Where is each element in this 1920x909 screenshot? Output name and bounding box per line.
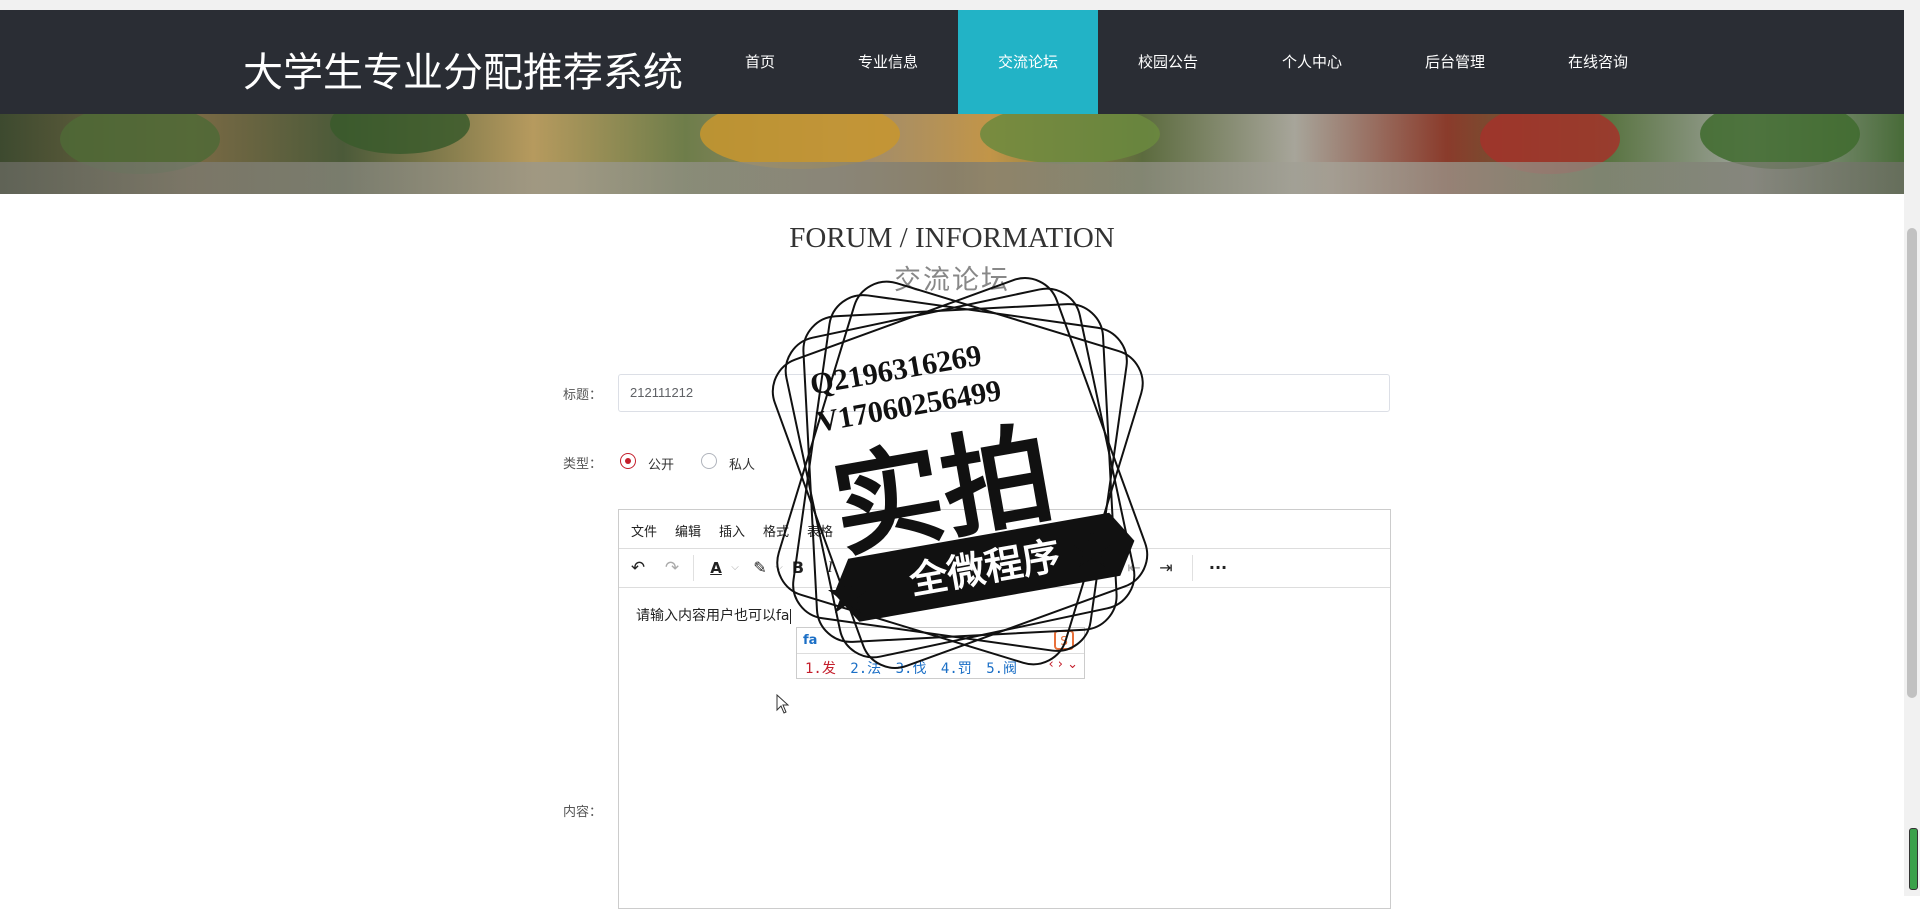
nav-item-online-consult[interactable]: 在线咨询 <box>1548 10 1648 114</box>
menu-file[interactable]: 文件 <box>631 521 657 540</box>
site-title: 大学生专业分配推荐系统 <box>243 50 683 96</box>
toolbar-separator <box>1192 555 1193 581</box>
title-label: 标题： <box>563 388 603 403</box>
radio-public-label[interactable]: 公开 <box>648 454 674 473</box>
nav-item-forum[interactable]: 交流论坛 <box>958 10 1098 114</box>
top-strip <box>0 0 1904 10</box>
nav-item-admin[interactable]: 后台管理 <box>1405 10 1505 114</box>
undo-icon[interactable]: ↶ <box>627 557 649 579</box>
redo-icon[interactable]: ↷ <box>661 557 683 579</box>
radio-public[interactable] <box>620 453 636 469</box>
section-title-en: FORUM / INFORMATION <box>789 222 1115 254</box>
more-icon[interactable]: ··· <box>1205 557 1231 579</box>
mouse-cursor-icon <box>776 694 790 714</box>
watermark-stamp: Q2196316269 V17060256499 实拍 全微程序 <box>771 277 1149 669</box>
type-label: 类型： <box>563 457 603 472</box>
text-color-icon[interactable]: A <box>705 557 727 579</box>
radio-private[interactable] <box>701 453 717 469</box>
floating-widget[interactable] <box>1909 828 1918 890</box>
scrollbar-thumb[interactable] <box>1907 228 1917 698</box>
nav-item-home[interactable]: 首页 <box>725 10 795 114</box>
banner-image <box>0 114 1904 194</box>
navbar: 大学生专业分配推荐系统 首页 专业信息 交流论坛 校园公告 个人中心 后台管理 … <box>0 10 1904 114</box>
nav-item-announcements[interactable]: 校园公告 <box>1118 10 1218 114</box>
menu-edit[interactable]: 编辑 <box>675 521 701 540</box>
nav-item-major-info[interactable]: 专业信息 <box>838 10 938 114</box>
toolbar-separator <box>693 555 694 581</box>
nav-item-personal-center[interactable]: 个人中心 <box>1262 10 1362 114</box>
content-label: 内容： <box>563 805 603 820</box>
